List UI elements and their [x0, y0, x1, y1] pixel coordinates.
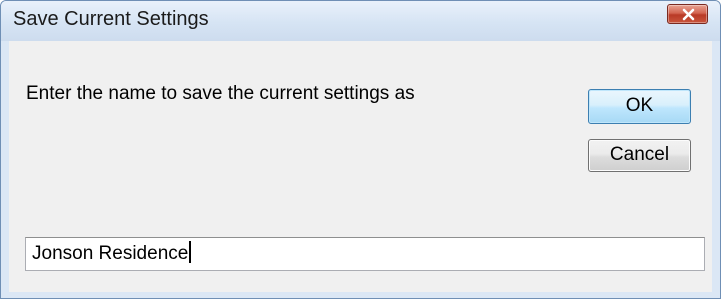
- settings-name-value: Jonson Residence: [32, 243, 189, 264]
- settings-name-input[interactable]: Jonson Residence: [25, 237, 705, 271]
- ok-button[interactable]: OK: [588, 89, 691, 124]
- text-caret: [189, 241, 192, 263]
- cancel-button[interactable]: Cancel: [588, 139, 691, 172]
- close-icon: [682, 8, 695, 21]
- window-title: Save Current Settings: [13, 8, 209, 30]
- title-bar[interactable]: Save Current Settings: [1, 1, 720, 41]
- close-button[interactable]: [667, 4, 708, 24]
- prompt-label: Enter the name to save the current setti…: [26, 83, 415, 104]
- save-settings-dialog: Save Current Settings Enter the name to …: [0, 0, 721, 299]
- dialog-body: Enter the name to save the current setti…: [9, 41, 712, 292]
